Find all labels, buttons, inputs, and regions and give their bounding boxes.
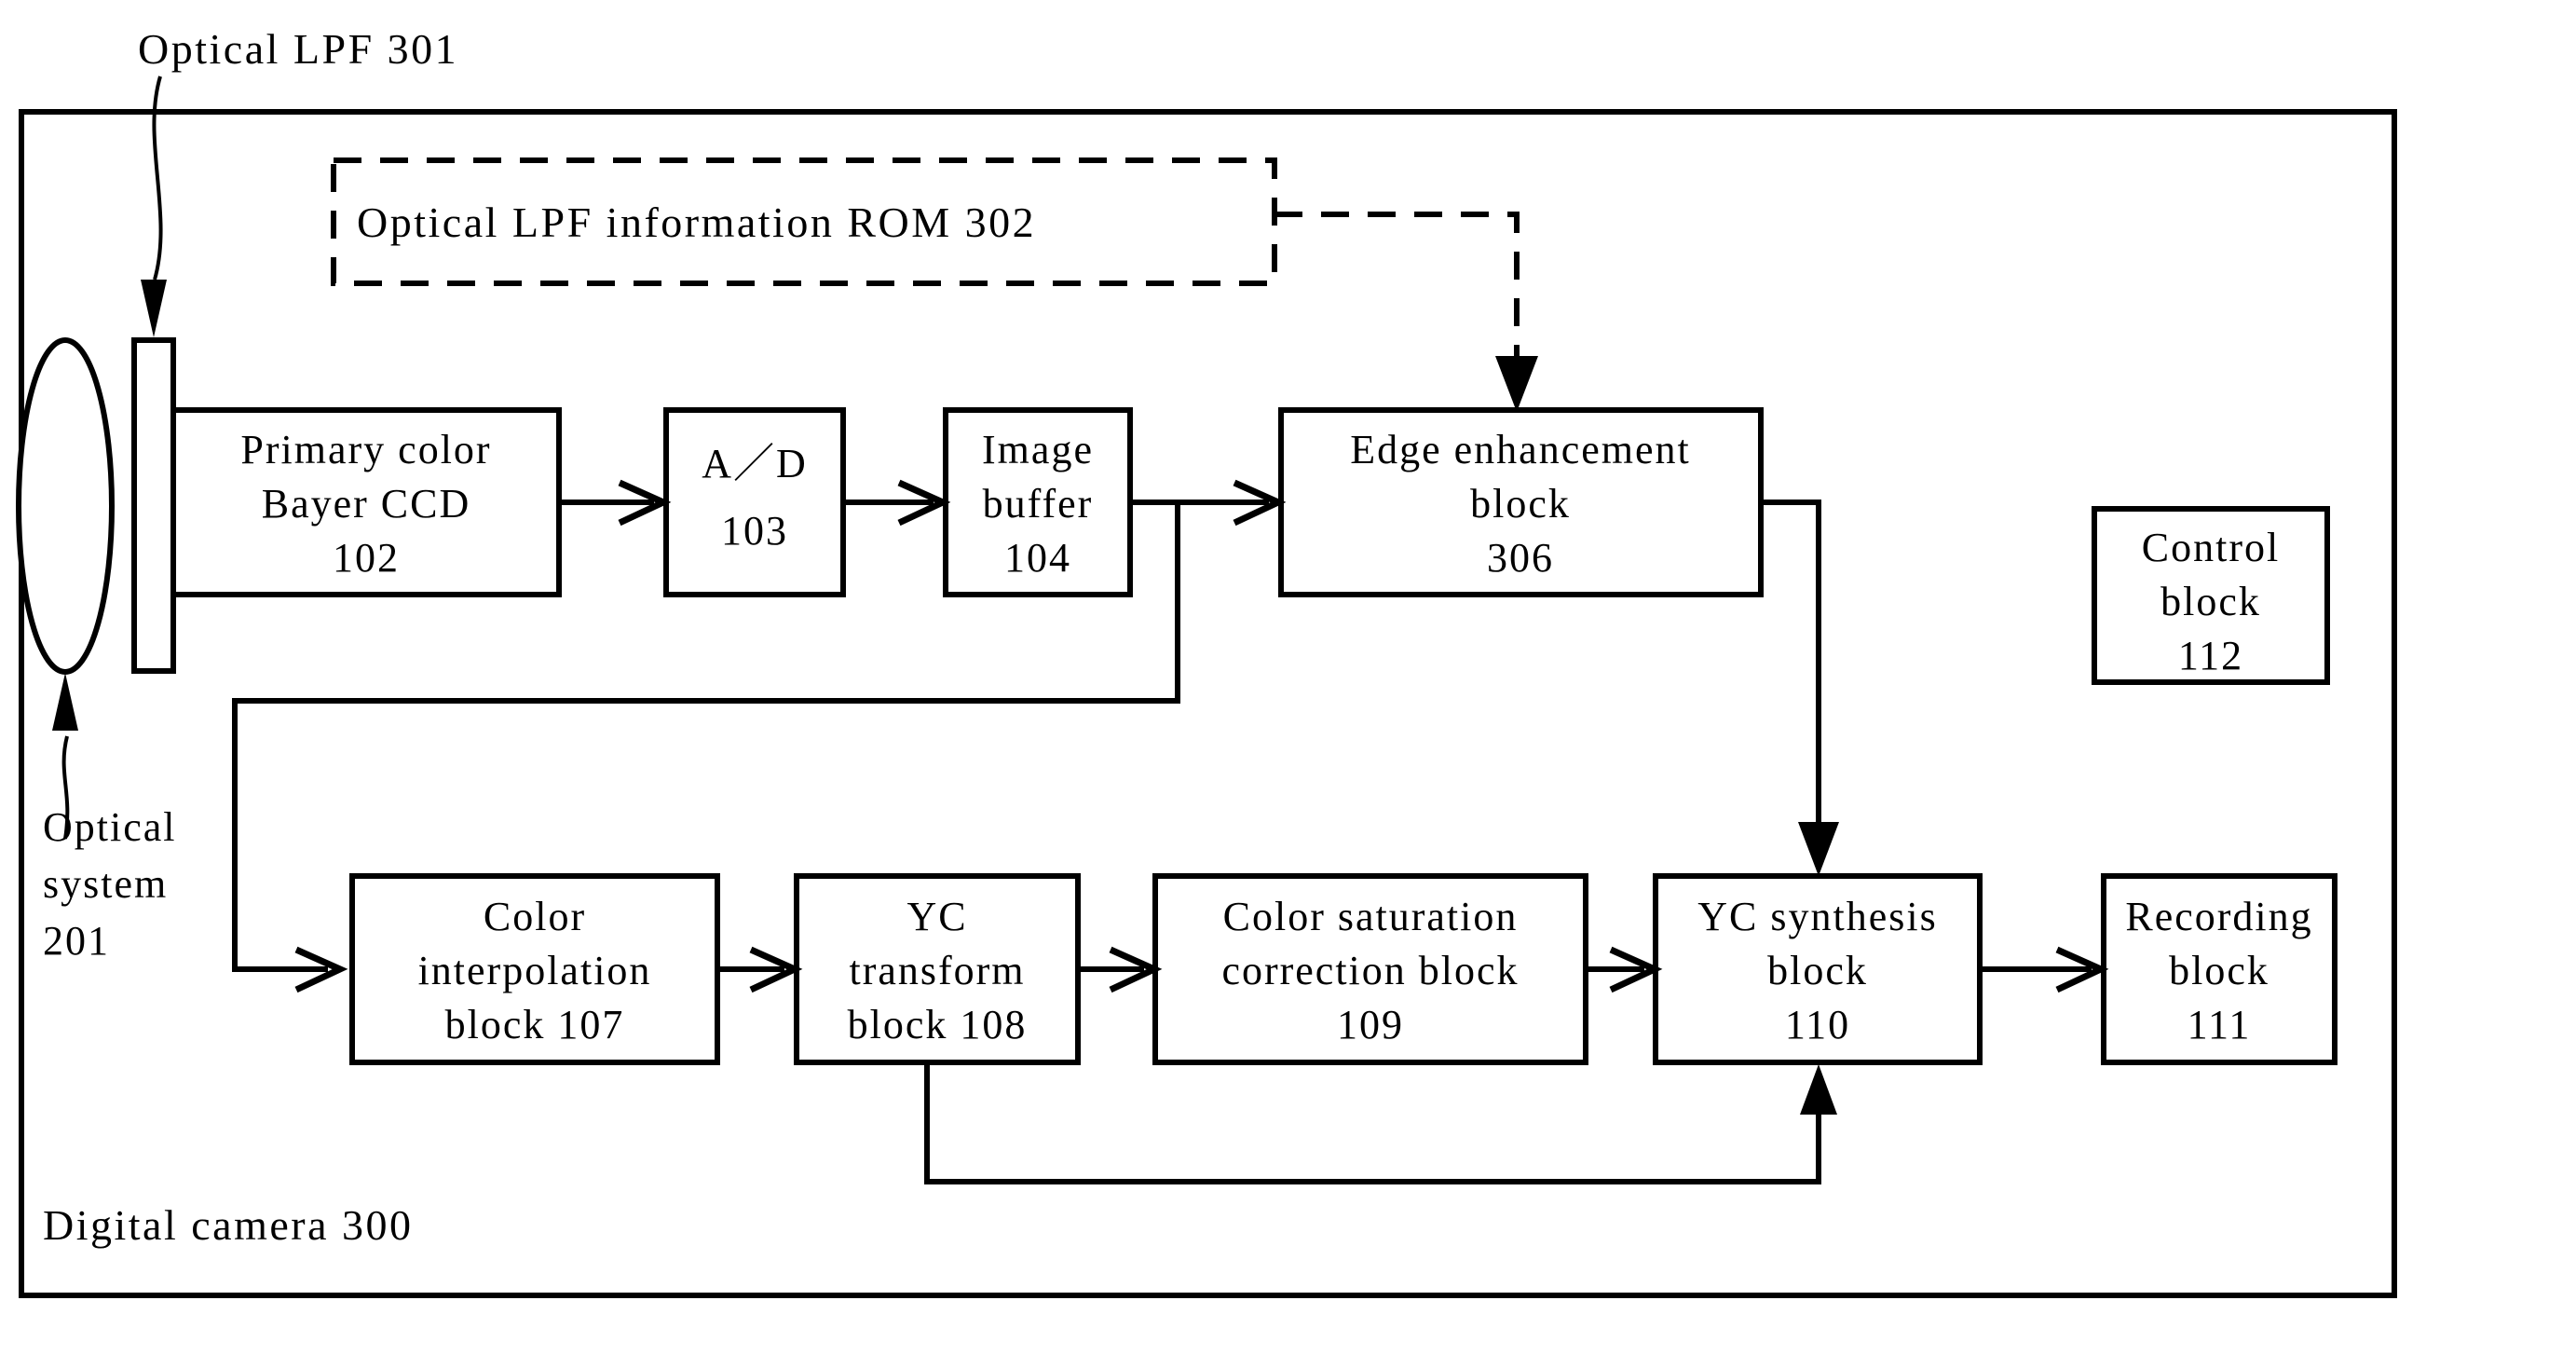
block-yctrans-line3: block 108 <box>848 1002 1028 1047</box>
optical-lpf-element <box>131 337 176 674</box>
rom-block-label: Optical LPF information ROM 302 <box>357 199 1036 246</box>
optical-lpf-leader-line <box>152 75 163 281</box>
arrowhead-edge-to-ycsynthesis <box>1798 822 1839 876</box>
callout-optical-system-line2: system <box>43 861 168 907</box>
block-recording-line2: block <box>2169 948 2269 993</box>
rom-to-edge-dashed-wire <box>1274 212 1520 373</box>
block-ccd-line2: Bayer CCD <box>262 481 471 527</box>
label-digital-camera: Digital camera 300 <box>43 1201 414 1249</box>
block-ad-line2: 103 <box>721 508 788 554</box>
block-colorsat-line1: Color saturation <box>1223 894 1519 939</box>
block-ycsynth-line2: block <box>1767 948 1868 993</box>
figure-canvas: Optical LPF 301 Optical system 201 Digit… <box>0 0 2576 1369</box>
wire-yctrans-feedback-to-ycsynthesis <box>924 1062 1821 1184</box>
block-imagebuffer-line3: 104 <box>1004 535 1071 581</box>
block-imagebuffer-line2: buffer <box>983 481 1094 527</box>
block-control-line3: 112 <box>2178 633 2243 678</box>
callout-optical-system-line1: Optical <box>43 804 177 850</box>
block-yctrans-line2: transform <box>849 948 1025 993</box>
callout-optical-system-line3: 201 <box>43 918 110 964</box>
block-edge-line2: block <box>1470 481 1571 527</box>
block-control-line2: block <box>2160 579 2261 624</box>
block-colorint-line1: Color <box>484 894 586 939</box>
block-colorint-line3: block 107 <box>445 1002 625 1047</box>
block-edge-line1: Edge enhancement <box>1350 427 1691 472</box>
wire-edge-to-ycsynthesis <box>1761 500 1821 839</box>
block-recording-line3: 111 <box>2188 1002 2252 1047</box>
block-edge-line3: 306 <box>1487 535 1554 581</box>
block-imagebuffer-line1: Image <box>982 427 1094 472</box>
block-ccd-line3: 102 <box>333 535 400 581</box>
block-ycsynth-line1: YC synthesis <box>1697 894 1937 939</box>
block-colorint-line2: interpolation <box>418 948 652 993</box>
block-recording-line1: Recording <box>2125 894 2312 939</box>
block-ad-line1: A／D <box>702 441 808 486</box>
block-ycsynth-line3: 110 <box>1785 1002 1850 1047</box>
block-control-line1: Control <box>2142 525 2280 570</box>
patent-diagram: Optical LPF 301 Optical system 201 Digit… <box>16 25 2397 1298</box>
block-colorsat-line3: 109 <box>1337 1002 1404 1047</box>
optical-system-lens-icon <box>16 337 115 675</box>
block-yctrans-line1: YC <box>906 894 967 939</box>
block-ccd-line1: Primary color <box>240 427 491 472</box>
rom-to-edge-arrowhead <box>1495 356 1538 412</box>
arrowhead-yctrans-feedback <box>1800 1064 1837 1115</box>
block-colorsat-line2: correction block <box>1221 948 1519 993</box>
optical-lpf-arrowhead <box>141 280 167 337</box>
callout-optical-lpf: Optical LPF 301 <box>138 25 458 73</box>
block-ad-converter <box>663 407 846 597</box>
optical-system-arrowhead <box>52 673 78 731</box>
